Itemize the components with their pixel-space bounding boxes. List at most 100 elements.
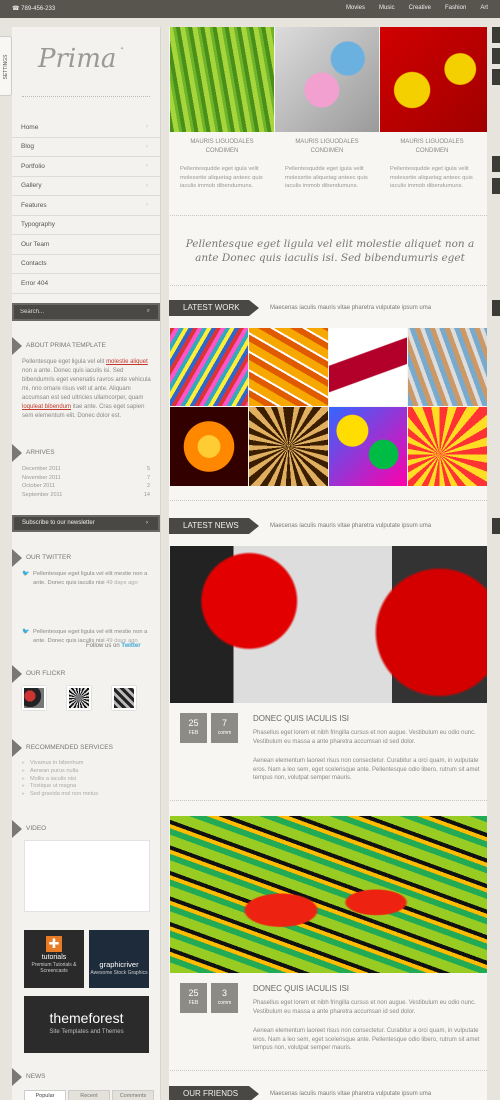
latest-news-tagline: Maecenas iaculis mauris vitae pharetra v… xyxy=(270,523,432,529)
nav-fashion[interactable]: Fashion xyxy=(445,5,466,11)
nav-creative[interactable]: Creative xyxy=(409,5,431,11)
search-input[interactable] xyxy=(20,307,130,317)
post-comments-badge[interactable]: 7 comm xyxy=(211,713,238,743)
list-item[interactable]: Tristique ut magna xyxy=(22,783,152,791)
newsletter-label: Subscribe to our newsletter xyxy=(22,520,95,526)
post-excerpt: Phasellus eget lorem et nibh fringilla c… xyxy=(253,730,476,745)
newsletter-button[interactable]: Subscribe to our newsletter › xyxy=(12,515,160,532)
logo-divider xyxy=(22,96,150,97)
flickr-title: OUR FLICKR xyxy=(26,670,66,677)
menu-item-blog[interactable]: Blog › xyxy=(12,138,160,157)
about-title: ABOUT PRIMA TEMPLATE xyxy=(26,342,106,349)
tab-recent[interactable]: Recent xyxy=(68,1090,110,1100)
scroll-arrow-icon[interactable] xyxy=(492,300,500,316)
list-item[interactable]: Sed gravida mol non metus xyxy=(22,791,152,799)
search-icon[interactable]: ⌕ xyxy=(147,308,150,315)
menu-label: Home xyxy=(21,123,39,131)
portfolio-thumb[interactable] xyxy=(329,328,407,406)
chevron-right-icon: › xyxy=(146,182,148,189)
side-control[interactable] xyxy=(492,48,500,64)
post-title[interactable]: DONEC QUIS IACULIS ISI xyxy=(253,984,349,993)
post-title[interactable]: DONEC QUIS IACULIS ISI xyxy=(253,714,349,723)
nav-movies[interactable]: Movies xyxy=(346,5,365,11)
feature-image[interactable] xyxy=(170,27,274,132)
our-friends-banner: OUR FRIENDS xyxy=(169,1086,249,1100)
chevron-right-icon: › xyxy=(146,143,148,150)
list-item[interactable]: Aenean purus nulla xyxy=(22,768,152,776)
chevron-right-icon: › xyxy=(146,163,148,170)
about-link[interactable]: loquleat bibendum xyxy=(22,404,71,410)
archive-row[interactable]: October 2011 2 xyxy=(22,482,150,491)
news-tabs: Popular Recent Comments xyxy=(24,1090,154,1100)
video-title: VIDEO xyxy=(26,825,47,832)
post-comments-badge[interactable]: 3 comm xyxy=(211,983,238,1013)
portfolio-thumb[interactable] xyxy=(249,407,328,486)
menu-label: Error 404 xyxy=(21,279,49,287)
settings-tab[interactable]: SETTINGS xyxy=(0,36,12,96)
menu-item-error-404[interactable]: Error 404 xyxy=(12,274,160,294)
column-text: Pellentesqudde eget igula velit molessrt… xyxy=(390,166,473,189)
archive-row[interactable]: November 2011 7 xyxy=(22,474,150,483)
nav-art[interactable]: Art xyxy=(480,5,488,11)
menu-item-contacts[interactable]: Contacts xyxy=(12,255,160,274)
menu-item-portfolio[interactable]: Portfolio › xyxy=(12,157,160,177)
column-text: Pellentesqudde eget igula velit molessrt… xyxy=(285,166,368,189)
menu-item-typography[interactable]: Typography xyxy=(12,216,160,235)
post-image[interactable] xyxy=(170,546,487,703)
about-text: Pellentesque eget ligula vel elit molest… xyxy=(22,359,151,419)
archives-list: December 2011 5 November 2011 7 October 20… xyxy=(22,465,150,500)
side-control[interactable] xyxy=(492,156,500,172)
list-item[interactable]: Vivamus in bibenhum xyxy=(22,760,152,768)
twitter-follow: Follow us on Twitter xyxy=(86,643,141,649)
logo[interactable]: Prima xyxy=(38,44,116,74)
flickr-thumbnail[interactable] xyxy=(67,686,91,710)
themeforest-ad[interactable]: themeforest Site Templates and Themes xyxy=(24,996,149,1053)
divider xyxy=(170,285,487,286)
side-control[interactable] xyxy=(492,69,500,85)
divider xyxy=(170,800,487,801)
post-excerpt: Aenean elementum laoreet risus non conse… xyxy=(253,1028,480,1052)
portfolio-thumb[interactable] xyxy=(408,407,487,486)
post-date-badge: 25 FEB xyxy=(180,983,207,1013)
portfolio-thumb[interactable] xyxy=(408,328,487,406)
menu-item-gallery[interactable]: Gallery › xyxy=(12,177,160,196)
side-control[interactable] xyxy=(492,178,500,194)
tab-popular[interactable]: Popular xyxy=(24,1090,66,1100)
list-item[interactable]: Mollis a iaculis nisi xyxy=(22,776,152,784)
chevron-right-icon: › xyxy=(146,520,148,526)
menu-item-home[interactable]: Home › xyxy=(12,118,160,138)
nav-music[interactable]: Music xyxy=(379,5,395,11)
menu-label: Portfolio xyxy=(21,162,45,170)
archive-row[interactable]: December 2011 5 xyxy=(22,465,150,474)
feature-image[interactable] xyxy=(275,27,379,132)
top-nav: Movies Music Creative Fashion Art xyxy=(346,5,488,11)
scroll-arrow-icon[interactable] xyxy=(492,518,500,534)
archive-row[interactable]: September 2011 14 xyxy=(22,491,150,500)
portfolio-thumb[interactable] xyxy=(170,328,248,406)
feature-image[interactable] xyxy=(380,27,487,132)
portfolio-thumb[interactable] xyxy=(329,407,407,486)
portfolio-thumb[interactable] xyxy=(170,407,248,486)
twitter-link[interactable]: Twitter xyxy=(121,643,140,649)
tab-comments[interactable]: Comments xyxy=(112,1090,154,1100)
menu-label: Gallery xyxy=(21,182,42,190)
news-title: NEWS xyxy=(26,1073,46,1080)
divider xyxy=(170,500,487,501)
flickr-thumbnail[interactable] xyxy=(112,686,136,710)
flickr-thumbnail[interactable] xyxy=(22,686,46,710)
about-link[interactable]: molestie aliquet xyxy=(106,359,148,365)
post-image[interactable] xyxy=(170,816,487,973)
tutorials-ad[interactable]: ✚ tutorials Premium Tutorials & Screenca… xyxy=(24,930,84,988)
latest-work-tagline: Maecenas iaculis mauris vitae pharetra v… xyxy=(270,305,432,311)
column-caption: MAURIS LIGUODALES CONDIMEN xyxy=(190,139,254,154)
video-player[interactable] xyxy=(24,840,150,912)
menu-label: Blog xyxy=(21,143,35,151)
menu-label: Contacts xyxy=(21,260,47,268)
chevron-right-icon: › xyxy=(146,124,148,131)
portfolio-thumb[interactable] xyxy=(249,328,328,406)
menu-item-our-team[interactable]: Our Team xyxy=(12,235,160,255)
menu-item-features[interactable]: Features › xyxy=(12,196,160,216)
side-control[interactable] xyxy=(492,27,500,43)
logo-star-icon: ✦ xyxy=(120,46,125,52)
graphicriver-ad[interactable]: graphicriver Awesome Stock Graphics xyxy=(89,930,149,988)
